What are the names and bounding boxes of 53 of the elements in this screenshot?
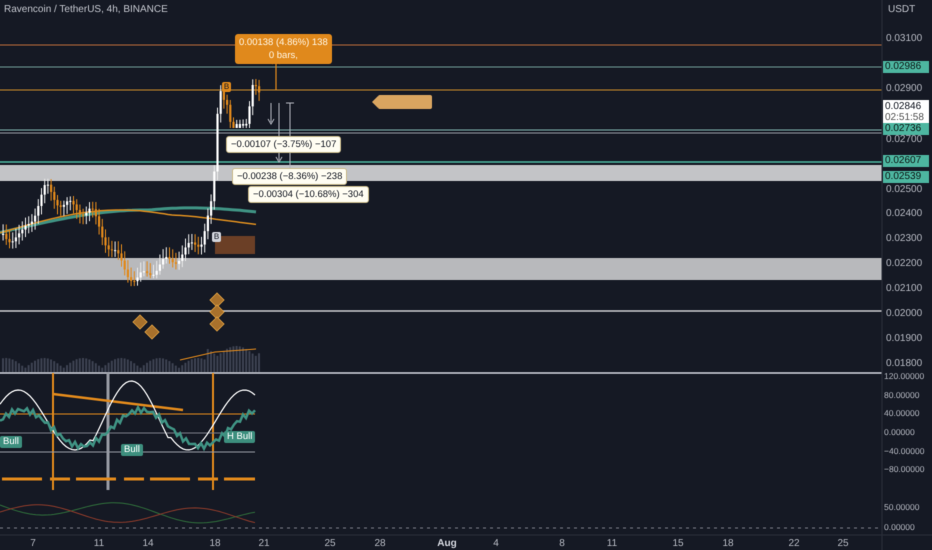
price-tag-value: 0.02736 bbox=[885, 123, 922, 135]
divergence-label: H Bull bbox=[224, 431, 256, 443]
measurement-value: 0.00138 (4.86%) 138 bbox=[239, 36, 328, 49]
price-axis-label: 0.02200 bbox=[886, 259, 922, 269]
indicator-axis-label: 0.00000 bbox=[884, 522, 915, 533]
divergence-label: Bull bbox=[0, 436, 22, 448]
price-axis-label: 0.01900 bbox=[886, 334, 922, 344]
oscillator-axis-label: 0.00000 bbox=[884, 427, 915, 438]
chart-title: Ravencoin / TetherUS, 4h, BINANCE bbox=[4, 4, 168, 15]
measurement-value: −0.00304 (−10.68%) −304 bbox=[253, 188, 364, 201]
time-axis-label: 25 bbox=[837, 538, 849, 549]
time-axis-label: 11 bbox=[94, 538, 104, 549]
time-axis-label: 8 bbox=[559, 538, 565, 549]
oscillator-axis-label: −80.00000 bbox=[884, 464, 924, 475]
time-axis-label: 11 bbox=[606, 538, 618, 549]
time-axis-label: 15 bbox=[672, 538, 684, 549]
price-axis-label: 0.01800 bbox=[886, 359, 922, 369]
measurement-bars: 0 bars, bbox=[268, 49, 298, 62]
candle-countdown: 02:51:58 bbox=[885, 112, 925, 123]
oscillator-axis-label: 40.00000 bbox=[884, 408, 920, 419]
time-axis-label: 25 bbox=[324, 538, 336, 549]
price-axis-label: 0.03100 bbox=[886, 34, 922, 44]
measurement-value: −0.00238 (−8.36%) −238 bbox=[237, 170, 342, 183]
currency-label: USDT bbox=[888, 4, 916, 15]
price-axis-label: 0.02400 bbox=[886, 209, 922, 219]
time-axis-label: 18 bbox=[209, 538, 221, 549]
price-axis-label: 0.02300 bbox=[886, 234, 922, 244]
oscillator-axis-label: 80.00000 bbox=[884, 390, 920, 401]
divergence-label: Bull bbox=[121, 444, 143, 456]
oscillator-axis-label: 120.00000 bbox=[884, 371, 924, 382]
time-axis-label: 7 bbox=[30, 538, 36, 549]
time-axis-label: 18 bbox=[722, 538, 734, 549]
price-tag-value: 0.02607 bbox=[885, 155, 922, 167]
price-tag-value: 0.02846 bbox=[885, 101, 922, 112]
measurement-value: −0.00107 (−3.75%) −107 bbox=[231, 138, 336, 151]
price-axis-label: 0.02700 bbox=[886, 135, 922, 145]
price-axis-label: 0.02100 bbox=[886, 284, 922, 294]
time-axis-label: Aug bbox=[437, 538, 457, 549]
price-tag-value: 0.02986 bbox=[885, 61, 922, 73]
signal-marker: B bbox=[212, 232, 221, 242]
time-axis-label: 14 bbox=[142, 538, 154, 549]
price-tag-value: 0.02539 bbox=[885, 171, 922, 183]
time-axis-label: 22 bbox=[788, 538, 800, 549]
oscillator-axis-label: −40.00000 bbox=[884, 446, 924, 457]
price-axis-label: 0.02500 bbox=[886, 185, 922, 195]
signal-marker: B bbox=[222, 82, 231, 92]
time-axis-label: 4 bbox=[493, 538, 499, 549]
time-axis-label: 28 bbox=[374, 538, 386, 549]
price-axis-label: 0.02000 bbox=[886, 309, 922, 319]
time-axis-label: 21 bbox=[258, 538, 270, 549]
indicator-axis-label: 50.00000 bbox=[884, 502, 920, 513]
callout-pointer-icon bbox=[372, 96, 378, 108]
price-axis-label: 0.02900 bbox=[886, 84, 922, 94]
